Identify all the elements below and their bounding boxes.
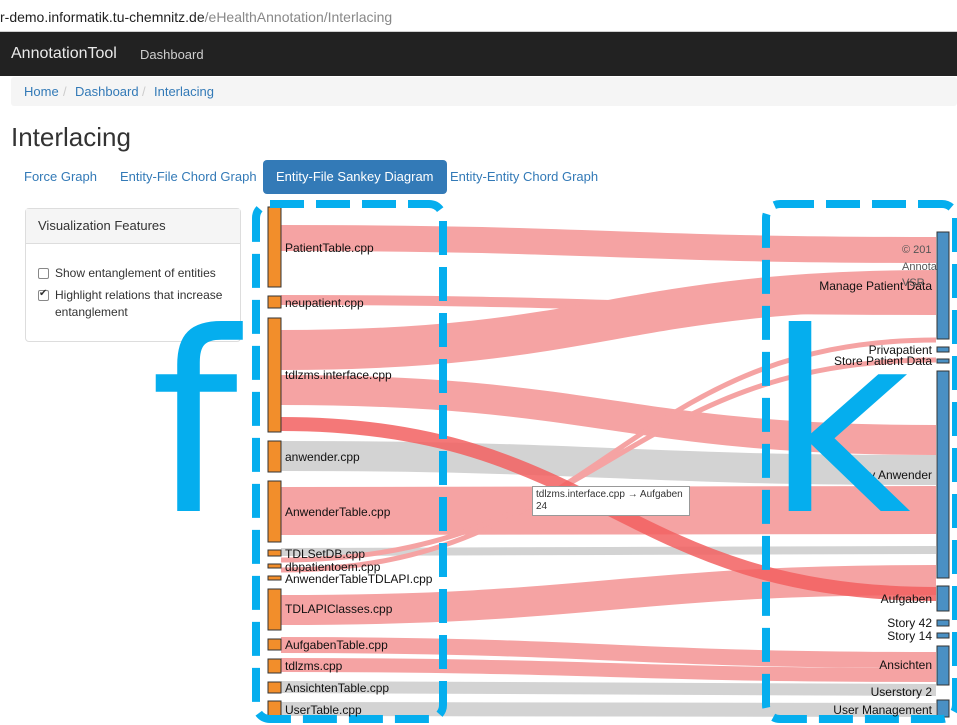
file-node[interactable] [267, 681, 282, 694]
file-label: PatientTable.cpp [285, 241, 374, 255]
entity-node[interactable] [936, 699, 950, 718]
overlay-letter-f: f [150, 279, 239, 570]
file-node[interactable] [267, 317, 282, 433]
entity-label: Userstory 2 [870, 685, 932, 699]
entity-node[interactable] [936, 358, 950, 364]
file-label: TDLAPIClasses.cpp [285, 602, 393, 616]
entity-node[interactable] [936, 645, 950, 686]
entity-node[interactable] [936, 619, 950, 627]
file-node[interactable] [267, 549, 282, 557]
overlay-letter-k: k [766, 279, 911, 570]
file-label: tdlzms.interface.cpp [285, 368, 392, 382]
file-label: tdlzms.cpp [285, 659, 343, 673]
file-label: AnwenderTableTDLAPI.cpp [285, 572, 433, 586]
entity-node[interactable] [936, 585, 950, 612]
entity-node[interactable] [936, 632, 950, 639]
entity-node[interactable] [936, 370, 950, 579]
entity-node[interactable] [936, 231, 950, 340]
file-label: TDLSetDB.cpp [285, 547, 366, 561]
file-label: AnsichtenTable.cpp [285, 681, 390, 695]
entity-label: Story 42 [887, 616, 932, 630]
file-node[interactable] [267, 658, 282, 674]
copyright-text: Annota [902, 261, 937, 273]
file-label: UserTable.cpp [285, 703, 362, 717]
flow-link[interactable] [280, 225, 937, 263]
file-node[interactable] [267, 480, 282, 543]
relation-tooltip: tdlzms.interface.cpp → Aufgaben 24 [532, 486, 690, 516]
entity-nodes [936, 231, 950, 718]
file-label: AnwenderTable.cpp [285, 505, 391, 519]
file-node[interactable] [267, 295, 282, 309]
tooltip-value: 24 [536, 501, 548, 512]
entity-label: Ansichten [879, 658, 932, 672]
file-node[interactable] [267, 638, 282, 651]
entity-node[interactable] [936, 346, 950, 353]
entity-label: Story 14 [887, 629, 932, 643]
file-label: neupatient.cpp [285, 296, 364, 310]
file-nodes [267, 206, 282, 718]
file-label: anwender.cpp [285, 450, 360, 464]
copyright-text: © 201 [902, 244, 932, 256]
file-node[interactable] [267, 440, 282, 473]
entity-label: Aufgaben [880, 592, 932, 606]
file-node[interactable] [267, 588, 282, 631]
entity-label: User Management [833, 703, 932, 717]
file-node[interactable] [267, 575, 282, 581]
tooltip-relation: tdlzms.interface.cpp → Aufgaben [536, 489, 683, 500]
file-label: AufgabenTable.cpp [285, 638, 388, 652]
file-node[interactable] [267, 563, 282, 569]
file-node[interactable] [267, 700, 282, 718]
file-node[interactable] [267, 206, 282, 288]
